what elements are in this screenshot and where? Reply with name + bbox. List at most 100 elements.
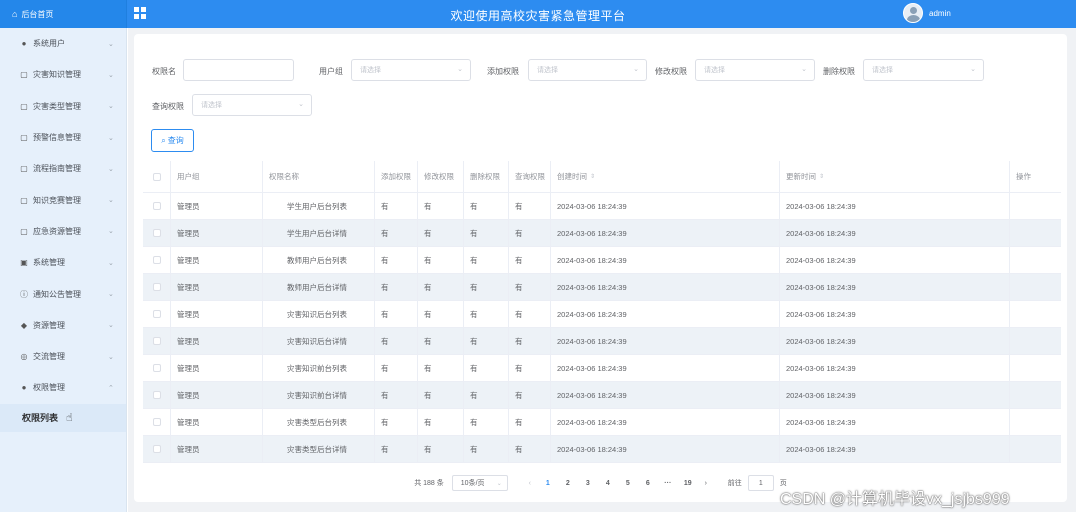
add-permission-select[interactable]: 请选择 ⌄: [528, 59, 647, 81]
row-checkbox[interactable]: [152, 418, 161, 426]
table-row[interactable]: 管理员 灾害知识后台列表有有有有 2024-03-06 18:24:39 2024-0…: [143, 301, 1061, 328]
row-checkbox[interactable]: [152, 445, 161, 453]
sidebar-item-label: 应急资源管理: [33, 226, 81, 236]
sidebar-item[interactable]: ▣ 系统管理 ⌄: [0, 247, 126, 278]
doc-icon: ▢: [20, 164, 28, 174]
query-permission-label: 查询权限: [152, 102, 184, 111]
table-row[interactable]: 管理员 学生用户后台详情有有有有 2024-03-06 18:24:39 2024-0…: [143, 220, 1061, 247]
prev-page-icon[interactable]: ‹: [522, 480, 538, 487]
edit-permission-select[interactable]: 请选择 ⌄: [695, 59, 815, 81]
table-row[interactable]: 管理员 灾害类型后台详情有有有有 2024-03-06 18:24:39 2024-0…: [143, 436, 1061, 463]
cell-actions: [1010, 301, 1061, 327]
query-permission-placeholder: 请选择: [201, 102, 222, 109]
home-label: 后台首页: [21, 9, 54, 19]
sidebar-item-label: 交流管理: [33, 352, 65, 362]
sidebar-item[interactable]: ◎ 交流管理 ⌄: [0, 341, 126, 372]
page-number[interactable]: 2: [558, 480, 578, 487]
chevron-down-icon: ⌄: [108, 291, 114, 299]
cell-delete: 有: [464, 382, 509, 408]
cell-edit: 有: [418, 328, 464, 354]
total-count: 共 188 条: [414, 480, 444, 487]
next-page-icon[interactable]: ›: [698, 480, 714, 487]
table-row[interactable]: 管理员 学生用户后台列表有有有有 2024-03-06 18:24:39 2024-0…: [143, 193, 1061, 220]
more-pages-icon[interactable]: ···: [658, 480, 678, 487]
col-header-add: 添加权限: [375, 161, 418, 192]
permission-name-input[interactable]: [183, 59, 294, 81]
page-number[interactable]: 1: [538, 480, 558, 487]
chevron-down-icon: ⌄: [298, 101, 304, 108]
table-row[interactable]: 管理员 教师用户后台详情有有有有 2024-03-06 18:24:39 2024-0…: [143, 274, 1061, 301]
chevron-down-icon: ⌄: [970, 66, 976, 73]
cell-created: 2024-03-06 18:24:39: [551, 328, 780, 354]
sidebar-item[interactable]: ▢ 知识竞赛管理 ⌄: [0, 184, 126, 215]
row-checkbox[interactable]: [152, 310, 161, 318]
sidebar-item-label: 知识竞赛管理: [33, 195, 81, 205]
cell-updated: 2024-03-06 18:24:39: [780, 328, 1010, 354]
chevron-down-icon: ⌄: [108, 353, 114, 361]
user-group-select[interactable]: 请选择 ⌄: [351, 59, 471, 81]
cell-created: 2024-03-06 18:24:39: [551, 382, 780, 408]
sidebar-item[interactable]: ● 权限管理 ⌃: [0, 372, 126, 403]
sidebar-item-label: 系统管理: [33, 258, 65, 268]
table-row[interactable]: 管理员 灾害知识后台详情有有有有 2024-03-06 18:24:39 2024-0…: [143, 328, 1061, 355]
cell-edit: 有: [418, 301, 464, 327]
user-icon: ●: [21, 383, 27, 393]
sidebar-item[interactable]: ● 系统用户 ⌄: [0, 28, 126, 59]
home-link[interactable]: ⌂ 后台首页: [0, 0, 127, 28]
hand-cursor-icon: ☝: [66, 412, 73, 425]
cell-add: 有: [375, 328, 418, 354]
sidebar-item[interactable]: ▢ 应急资源管理 ⌄: [0, 216, 126, 247]
cell-permission-name: 灾害知识后台详情: [263, 328, 375, 354]
cell-add: 有: [375, 409, 418, 435]
sidebar-item[interactable]: ▢ 灾害类型管理 ⌄: [0, 91, 126, 122]
row-checkbox[interactable]: [152, 202, 161, 210]
cell-query: 有: [509, 220, 551, 246]
cell-user-group: 管理员: [171, 355, 263, 381]
cell-created: 2024-03-06 18:24:39: [551, 193, 780, 219]
goto-page-input[interactable]: 1: [747, 475, 774, 491]
page-number[interactable]: 5: [618, 480, 638, 487]
sidebar-item[interactable]: ▢ 灾害知识管理 ⌄: [0, 59, 126, 90]
cell-delete: 有: [464, 436, 509, 462]
delete-permission-select[interactable]: 请选择 ⌄: [863, 59, 984, 81]
cell-updated: 2024-03-06 18:24:39: [780, 355, 1010, 381]
cell-user-group: 管理员: [171, 247, 263, 273]
row-checkbox[interactable]: [152, 337, 161, 345]
sidebar-item[interactable]: ▢ 流程指南管理 ⌄: [0, 153, 126, 184]
table-row[interactable]: 管理员 灾害知识前台详情有有有有 2024-03-06 18:24:39 2024-0…: [143, 382, 1061, 409]
row-checkbox[interactable]: [152, 256, 161, 264]
cell-actions: [1010, 328, 1061, 354]
edit-permission-label: 修改权限: [655, 67, 687, 76]
row-checkbox[interactable]: [152, 283, 161, 291]
sidebar-item[interactable]: ▢ 预警信息管理 ⌄: [0, 122, 126, 153]
cell-query: 有: [509, 274, 551, 300]
page-number[interactable]: 6: [638, 480, 658, 487]
cell-add: 有: [375, 436, 418, 462]
query-permission-select[interactable]: 请选择 ⌄: [192, 94, 312, 116]
table-row[interactable]: 管理员 教师用户后台列表有有有有 2024-03-06 18:24:39 2024-0…: [143, 247, 1061, 274]
page-number[interactable]: 3: [578, 480, 598, 487]
row-checkbox[interactable]: [152, 391, 161, 399]
sort-icon[interactable]: ⇕: [590, 173, 595, 180]
col-header-updated[interactable]: 更新时间 ⇕: [780, 161, 1010, 192]
page-size-select[interactable]: 10条/页 ⌄: [451, 475, 508, 491]
sidebar-subitem-permission-list[interactable]: 权限列表 ☝: [0, 403, 126, 432]
select-all-checkbox[interactable]: [152, 172, 161, 181]
page-number[interactable]: 19: [678, 480, 698, 487]
table-row[interactable]: 管理员 灾害类型后台列表有有有有 2024-03-06 18:24:39 2024-0…: [143, 409, 1061, 436]
sidebar-item[interactable]: ⓘ 通知公告管理 ⌄: [0, 278, 126, 309]
user-menu[interactable]: admin: [903, 3, 951, 23]
shield-icon: ◆: [20, 320, 28, 330]
row-checkbox[interactable]: [152, 229, 161, 237]
page-number[interactable]: 4: [598, 480, 618, 487]
col-header-created[interactable]: 创建时间 ⇕: [551, 161, 780, 192]
row-checkbox[interactable]: [152, 364, 161, 372]
cell-permission-name: 灾害知识前台详情: [263, 382, 375, 408]
sort-icon[interactable]: ⇕: [819, 173, 824, 180]
search-button[interactable]: ⌕ 查询: [151, 129, 194, 152]
table-row[interactable]: 管理员 灾害知识前台列表有有有有 2024-03-06 18:24:39 2024-0…: [143, 355, 1061, 382]
sidebar-item[interactable]: ◆ 资源管理 ⌄: [0, 310, 126, 341]
doc-icon: ▢: [20, 195, 28, 205]
avatar[interactable]: [903, 3, 923, 23]
menu-toggle-icon[interactable]: [134, 7, 146, 19]
